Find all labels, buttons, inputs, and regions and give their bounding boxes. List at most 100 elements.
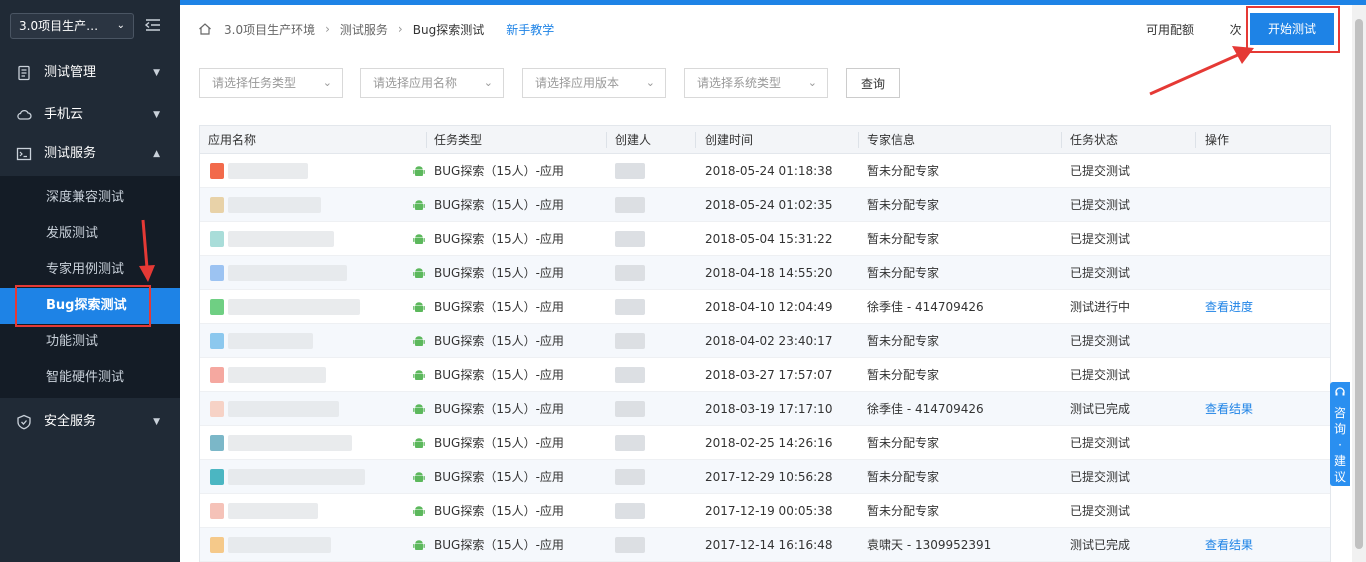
select-placeholder: 请选择应用版本 — [535, 76, 620, 90]
top-accent-bar — [0, 0, 1366, 5]
task-type-cell: BUG探索（15人）-应用 — [434, 368, 564, 382]
select-placeholder: 请选择任务类型 — [212, 76, 297, 90]
table-row: BUG探索（15人）-应用 2017-12-29 10:56:28 暂未分配专家… — [200, 460, 1330, 494]
consult-suggest-tab[interactable]: 咨询·建议 — [1330, 382, 1350, 486]
app-name-blurred — [228, 435, 352, 451]
task-type-cell: BUG探索（15人）-应用 — [434, 300, 564, 314]
start-test-button[interactable]: 开始测试 — [1250, 13, 1334, 45]
task-type-cell: BUG探索（15人）-应用 — [434, 198, 564, 212]
creator-blurred — [615, 163, 645, 179]
column-header: 应用名称 — [208, 133, 257, 147]
creator-blurred — [615, 231, 645, 247]
android-icon — [413, 506, 425, 516]
task-type-cell: BUG探索（15人）-应用 — [434, 232, 564, 246]
app-name-blurred — [228, 333, 313, 349]
breadcrumb-item[interactable]: 测试服务 — [340, 21, 388, 38]
creator-blurred — [615, 197, 645, 213]
app-icon — [210, 401, 224, 417]
expert-info-cell: 暂未分配专家 — [867, 504, 940, 518]
task-type-cell: BUG探索（15人）-应用 — [434, 504, 564, 518]
create-time-cell: 2017-12-19 00:05:38 — [705, 503, 833, 518]
task-status-cell: 已提交测试 — [1070, 164, 1131, 178]
task-status-cell: 已提交测试 — [1070, 436, 1131, 450]
app-icon — [210, 503, 224, 519]
app-icon — [210, 299, 224, 315]
creator-blurred — [615, 401, 645, 417]
task-status-cell: 测试进行中 — [1070, 300, 1131, 314]
cloud-icon — [17, 109, 32, 120]
app-icon — [210, 333, 224, 349]
task-type-cell: BUG探索（15人）-应用 — [434, 538, 564, 552]
task-type-cell: BUG探索（15人）-应用 — [434, 402, 564, 416]
table-row: BUG探索（15人）-应用 2018-04-10 12:04:49 徐季佳 - … — [200, 290, 1330, 324]
terminal-icon — [16, 147, 32, 161]
creator-blurred — [615, 333, 645, 349]
table-row: BUG探索（15人）-应用 2018-03-19 17:17:10 徐季佳 - … — [200, 392, 1330, 426]
create-time-cell: 2018-05-04 15:31:22 — [705, 231, 833, 246]
chevron-right-icon: › — [325, 22, 330, 36]
expert-info-cell: 袁啸天 - 1309952391 — [867, 538, 992, 552]
table-row: BUG探索（15人）-应用 2017-12-19 00:05:38 暂未分配专家… — [200, 494, 1330, 528]
task-status-cell: 测试已完成 — [1070, 538, 1131, 552]
caret-up-icon: ▲ — [153, 149, 160, 159]
quota-info: 可用配额 次 — [1146, 21, 1242, 38]
android-icon — [413, 336, 425, 346]
sidebar-item-smart-hardware[interactable]: 智能硬件测试 — [0, 360, 180, 396]
caret-down-icon: ▼ — [153, 417, 160, 427]
menu-phone-cloud[interactable]: 手机云 ▼ — [0, 95, 180, 135]
task-type-cell: BUG探索（15人）-应用 — [434, 266, 564, 280]
caret-down-icon: ▼ — [153, 68, 160, 78]
menu-security-service[interactable]: 安全服务 ▼ — [0, 402, 180, 442]
sidebar-item-function-test[interactable]: 功能测试 — [0, 324, 180, 360]
os-type-select[interactable]: 请选择系统类型 ⌄ — [684, 68, 828, 98]
table-row: BUG探索（15人）-应用 2017-12-14 16:16:48 袁啸天 - … — [200, 528, 1330, 562]
android-icon — [413, 234, 425, 244]
row-action-link[interactable]: 查看进度 — [1205, 290, 1253, 323]
menu-test-service[interactable]: 测试服务 ▲ — [0, 134, 180, 174]
android-icon — [413, 438, 425, 448]
expert-info-cell: 暂未分配专家 — [867, 368, 940, 382]
create-time-cell: 2017-12-29 10:56:28 — [705, 469, 833, 484]
row-action-link[interactable]: 查看结果 — [1205, 528, 1253, 561]
create-time-cell: 2018-05-24 01:18:38 — [705, 163, 833, 178]
menu-test-management[interactable]: 测试管理 ▼ — [0, 53, 180, 93]
android-icon — [413, 540, 425, 550]
app-icon — [210, 197, 224, 213]
beginner-guide-link[interactable]: 新手教学 — [506, 21, 554, 38]
menu-label: 测试服务 — [44, 146, 97, 161]
home-icon[interactable] — [198, 22, 212, 36]
task-type-select[interactable]: 请选择任务类型 ⌄ — [199, 68, 343, 98]
android-icon — [413, 370, 425, 380]
create-time-cell: 2018-03-27 17:57:07 — [705, 367, 833, 382]
chevron-down-icon: ⌄ — [807, 76, 817, 89]
app-name-blurred — [228, 469, 365, 485]
expert-info-cell: 暂未分配专家 — [867, 232, 940, 246]
app-version-select[interactable]: 请选择应用版本 ⌄ — [522, 68, 666, 98]
breadcrumb-current: Bug探索测试 — [412, 22, 485, 37]
project-select[interactable]: 3.0项目生产… ⌄ — [10, 13, 134, 39]
app-name-select[interactable]: 请选择应用名称 ⌄ — [360, 68, 504, 98]
document-icon — [18, 65, 30, 81]
table-row: BUG探索（15人）-应用 2018-02-25 14:26:16 暂未分配专家… — [200, 426, 1330, 460]
table-row: BUG探索（15人）-应用 2018-05-24 01:18:38 暂未分配专家… — [200, 154, 1330, 188]
task-status-cell: 已提交测试 — [1070, 504, 1131, 518]
scrollbar[interactable] — [1352, 5, 1366, 562]
app-icon — [210, 537, 224, 553]
sidebar-item-deep-compat[interactable]: 深度兼容测试 — [0, 180, 180, 216]
creator-blurred — [615, 469, 645, 485]
app-name-blurred — [228, 265, 347, 281]
app-name-blurred — [228, 367, 326, 383]
table-body: BUG探索（15人）-应用 2018-05-24 01:18:38 暂未分配专家… — [200, 154, 1330, 562]
app-name-blurred — [228, 231, 334, 247]
query-button[interactable]: 查询 — [846, 68, 900, 98]
task-status-cell: 已提交测试 — [1070, 368, 1131, 382]
table-row: BUG探索（15人）-应用 2018-05-24 01:02:35 暂未分配专家… — [200, 188, 1330, 222]
create-time-cell: 2018-04-02 23:40:17 — [705, 333, 833, 348]
app-name-blurred — [228, 197, 321, 213]
breadcrumb-item[interactable]: 3.0项目生产环境 — [224, 21, 315, 38]
scrollbar-thumb[interactable] — [1355, 19, 1363, 549]
task-type-cell: BUG探索（15人）-应用 — [434, 470, 564, 484]
collapse-menu-icon[interactable] — [144, 16, 162, 34]
row-action-link[interactable]: 查看结果 — [1205, 392, 1253, 425]
app-icon — [210, 469, 224, 485]
